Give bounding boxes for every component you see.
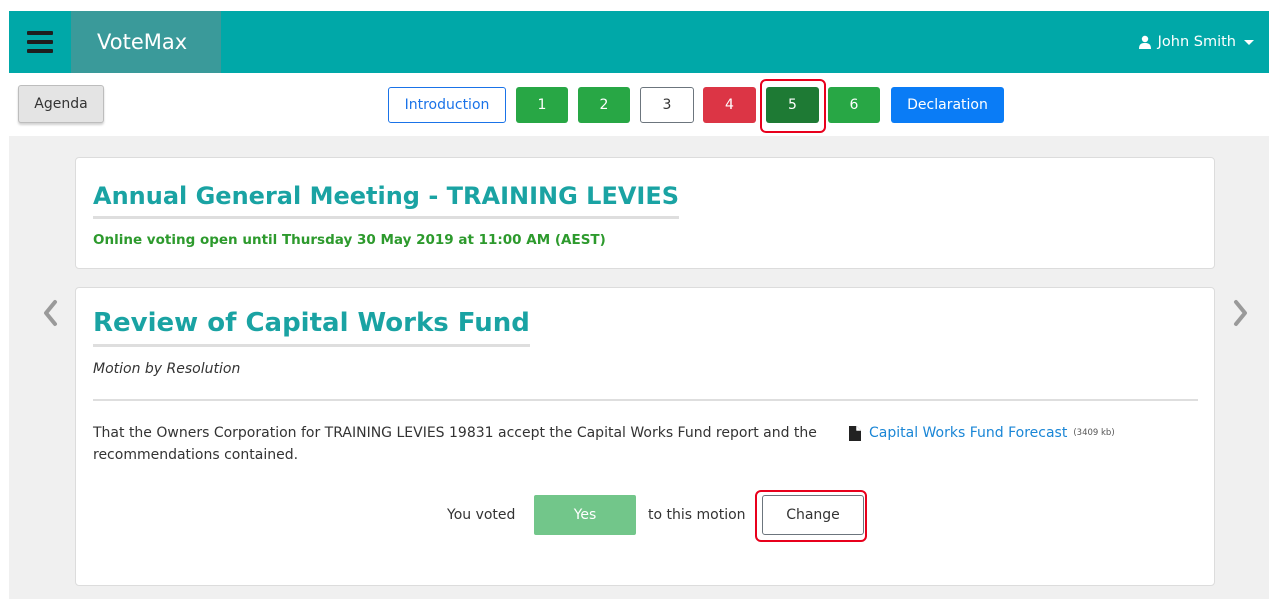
hamburger-menu-icon[interactable]: [9, 11, 71, 73]
tab-motion-4[interactable]: 4: [703, 87, 756, 123]
file-icon: [849, 425, 861, 441]
user-icon: [1138, 35, 1151, 49]
agenda-button[interactable]: Agenda: [18, 85, 104, 123]
top-navbar: VoteMax John Smith: [9, 11, 1269, 73]
document-link[interactable]: Capital Works Fund Forecast (3409 kb): [849, 422, 1115, 444]
motion-tabbar: Agenda Introduction 1 2 3 4 5 6 Declarat…: [9, 73, 1269, 136]
document-name[interactable]: Capital Works Fund Forecast: [869, 425, 1067, 441]
document-size: (3409 kb): [1073, 428, 1115, 438]
app-brand[interactable]: VoteMax: [71, 11, 221, 73]
chevron-down-icon: [1244, 39, 1254, 45]
next-motion-icon[interactable]: [1225, 298, 1255, 328]
user-menu[interactable]: John Smith: [1138, 11, 1254, 73]
motion-text: That the Owners Corporation for TRAINING…: [93, 425, 817, 463]
tab-motion-6[interactable]: 6: [828, 87, 880, 123]
vote-value-badge: Yes: [534, 495, 636, 535]
tab-motion-2[interactable]: 2: [578, 87, 630, 123]
meeting-title: Annual General Meeting - TRAINING LEVIES: [93, 182, 680, 219]
motion-title: Review of Capital Works Fund: [93, 308, 530, 347]
tab-motion-3[interactable]: 3: [640, 87, 694, 123]
vote-prefix: You voted: [447, 507, 516, 523]
tab-declaration[interactable]: Declaration: [891, 87, 1004, 123]
tab-motion-5[interactable]: 5: [766, 87, 819, 123]
voting-status: Online voting open until Thursday 30 May…: [93, 232, 606, 248]
previous-motion-icon[interactable]: [36, 298, 66, 328]
user-name: John Smith: [1157, 34, 1236, 50]
tab-motion-1[interactable]: 1: [516, 87, 568, 123]
meeting-card: Annual General Meeting - TRAINING LEVIES…: [75, 157, 1215, 269]
tab-introduction[interactable]: Introduction: [388, 87, 506, 123]
vote-row: You voted Yes to this motion Change: [76, 495, 1214, 535]
change-vote-button[interactable]: Change: [762, 495, 864, 535]
divider: [93, 399, 1198, 401]
motion-card: Review of Capital Works Fund Motion by R…: [75, 287, 1215, 586]
motion-type: Motion by Resolution: [93, 361, 241, 377]
vote-suffix: to this motion: [648, 507, 746, 523]
